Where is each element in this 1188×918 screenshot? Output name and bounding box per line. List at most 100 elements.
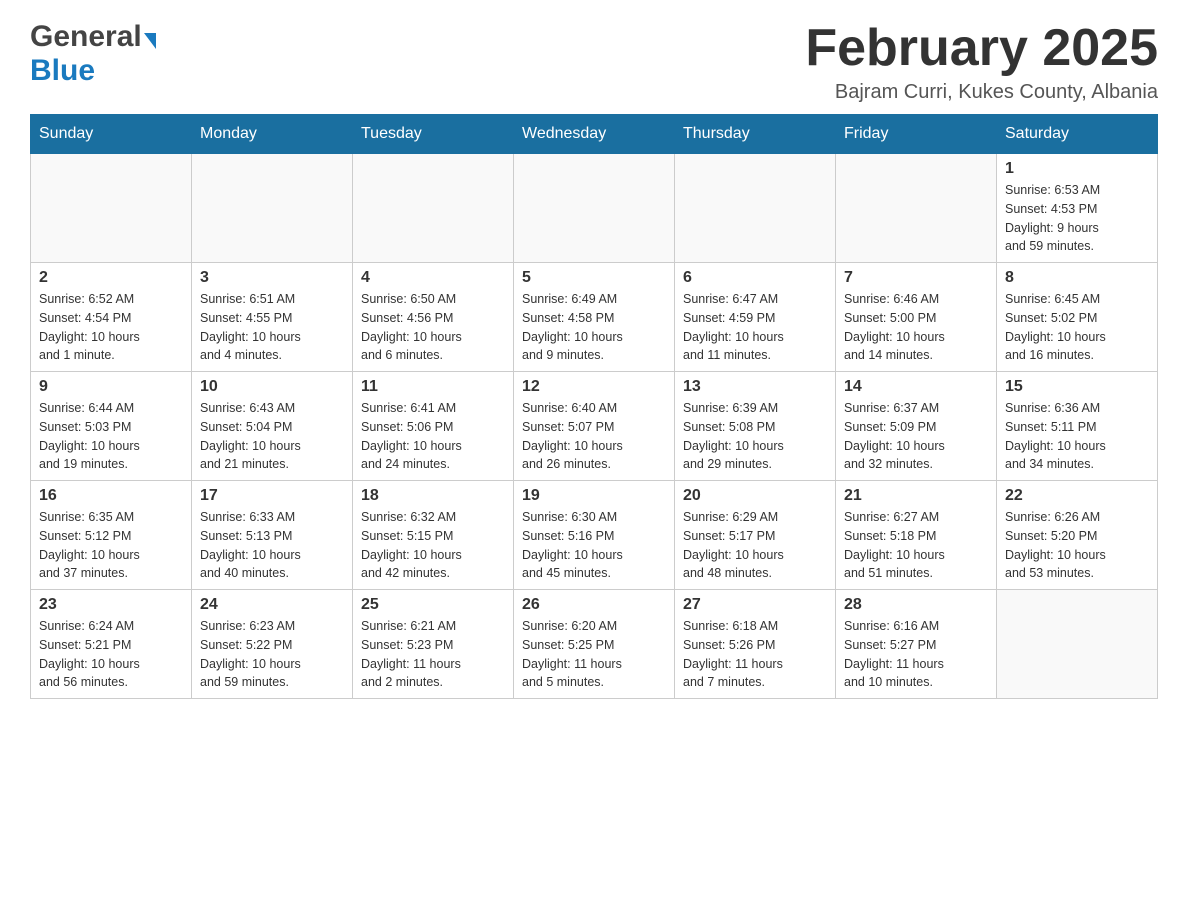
day-info: Sunrise: 6:24 AM Sunset: 5:21 PM Dayligh… [39,617,183,692]
day-info: Sunrise: 6:39 AM Sunset: 5:08 PM Dayligh… [683,399,827,474]
day-info: Sunrise: 6:21 AM Sunset: 5:23 PM Dayligh… [361,617,505,692]
calendar-day-header: Monday [192,115,353,154]
day-info: Sunrise: 6:46 AM Sunset: 5:00 PM Dayligh… [844,290,988,365]
day-number: 24 [200,596,344,614]
title-section: February 2025 Bajram Curri, Kukes County… [805,20,1158,104]
day-number: 8 [1005,269,1149,287]
calendar-week-row: 2 Sunrise: 6:52 AM Sunset: 4:54 PM Daylig… [31,263,1158,372]
calendar-day-header: Wednesday [514,115,675,154]
calendar-table: SundayMondayTuesdayWednesdayThursdayFrid… [30,114,1158,699]
day-number: 18 [361,487,505,505]
calendar-day-cell: 13Sunrise: 6:39 AM Sunset: 5:08 PM Dayli… [675,372,836,481]
calendar-day-header: Sunday [31,115,192,154]
logo: General Blue [30,20,156,88]
day-info: Sunrise: 6:47 AM Sunset: 4:59 PM Dayligh… [683,290,827,365]
day-info: Sunrise: 6:35 AM Sunset: 5:12 PM Dayligh… [39,508,183,583]
calendar-day-cell: 2 Sunrise: 6:52 AM Sunset: 4:54 PM Daylig… [31,263,192,372]
day-info: Sunrise: 6:49 AM Sunset: 4:58 PM Dayligh… [522,290,666,365]
calendar-day-cell: 21 Sunrise: 6:27 AM Sunset: 5:18 PM Dayli… [836,481,997,590]
month-title: February 2025 [805,20,1158,77]
logo-general-text: General [30,20,142,54]
calendar-day-cell: 27 Sunrise: 6:18 AM Sunset: 5:26 PM Dayli… [675,590,836,699]
day-info: Sunrise: 6:40 AM Sunset: 5:07 PM Dayligh… [522,399,666,474]
calendar-day-cell: 6 Sunrise: 6:47 AM Sunset: 4:59 PM Daylig… [675,263,836,372]
calendar-day-cell: 19 Sunrise: 6:30 AM Sunset: 5:16 PM Dayli… [514,481,675,590]
calendar-day-cell: 9 Sunrise: 6:44 AM Sunset: 5:03 PM Daylig… [31,372,192,481]
calendar-week-row: 23 Sunrise: 6:24 AM Sunset: 5:21 PM Dayli… [31,590,1158,699]
calendar-week-row: 16 Sunrise: 6:35 AM Sunset: 5:12 PM Dayli… [31,481,1158,590]
calendar-day-cell: 1 Sunrise: 6:53 AM Sunset: 4:53 PM Daylig… [997,154,1158,263]
day-number: 9 [39,378,183,396]
day-number: 16 [39,487,183,505]
calendar-day-cell: 5Sunrise: 6:49 AM Sunset: 4:58 PM Daylig… [514,263,675,372]
calendar-week-row: 9 Sunrise: 6:44 AM Sunset: 5:03 PM Daylig… [31,372,1158,481]
calendar-day-cell: 11Sunrise: 6:41 AM Sunset: 5:06 PM Dayli… [353,372,514,481]
calendar-day-cell [353,154,514,263]
day-info: Sunrise: 6:45 AM Sunset: 5:02 PM Dayligh… [1005,290,1149,365]
calendar-day-cell [192,154,353,263]
day-info: Sunrise: 6:27 AM Sunset: 5:18 PM Dayligh… [844,508,988,583]
day-number: 14 [844,378,988,396]
day-number: 12 [522,378,666,396]
day-info: Sunrise: 6:53 AM Sunset: 4:53 PM Dayligh… [1005,181,1149,256]
day-info: Sunrise: 6:33 AM Sunset: 5:13 PM Dayligh… [200,508,344,583]
day-number: 2 [39,269,183,287]
calendar-day-cell [675,154,836,263]
day-number: 10 [200,378,344,396]
calendar-day-header: Thursday [675,115,836,154]
day-info: Sunrise: 6:32 AM Sunset: 5:15 PM Dayligh… [361,508,505,583]
day-number: 15 [1005,378,1149,396]
day-number: 21 [844,487,988,505]
day-info: Sunrise: 6:36 AM Sunset: 5:11 PM Dayligh… [1005,399,1149,474]
day-number: 1 [1005,160,1149,178]
day-number: 11 [361,378,505,396]
day-number: 22 [1005,487,1149,505]
day-info: Sunrise: 6:29 AM Sunset: 5:17 PM Dayligh… [683,508,827,583]
day-number: 4 [361,269,505,287]
day-info: Sunrise: 6:44 AM Sunset: 5:03 PM Dayligh… [39,399,183,474]
day-info: Sunrise: 6:26 AM Sunset: 5:20 PM Dayligh… [1005,508,1149,583]
day-info: Sunrise: 6:52 AM Sunset: 4:54 PM Dayligh… [39,290,183,365]
calendar-day-header: Saturday [997,115,1158,154]
calendar-day-cell [836,154,997,263]
page-header: General Blue February 2025 Bajram Curri,… [30,20,1158,104]
location-subtitle: Bajram Curri, Kukes County, Albania [805,81,1158,104]
day-number: 19 [522,487,666,505]
day-number: 23 [39,596,183,614]
day-info: Sunrise: 6:43 AM Sunset: 5:04 PM Dayligh… [200,399,344,474]
calendar-day-cell: 16 Sunrise: 6:35 AM Sunset: 5:12 PM Dayli… [31,481,192,590]
calendar-day-cell: 18 Sunrise: 6:32 AM Sunset: 5:15 PM Dayli… [353,481,514,590]
calendar-day-cell: 8 Sunrise: 6:45 AM Sunset: 5:02 PM Daylig… [997,263,1158,372]
calendar-day-cell: 26Sunrise: 6:20 AM Sunset: 5:25 PM Dayli… [514,590,675,699]
day-number: 20 [683,487,827,505]
day-number: 28 [844,596,988,614]
day-number: 7 [844,269,988,287]
calendar-day-cell: 17 Sunrise: 6:33 AM Sunset: 5:13 PM Dayli… [192,481,353,590]
calendar-day-cell: 14Sunrise: 6:37 AM Sunset: 5:09 PM Dayli… [836,372,997,481]
day-number: 3 [200,269,344,287]
calendar-day-header: Friday [836,115,997,154]
calendar-day-cell: 25 Sunrise: 6:21 AM Sunset: 5:23 PM Dayli… [353,590,514,699]
day-number: 17 [200,487,344,505]
day-info: Sunrise: 6:18 AM Sunset: 5:26 PM Dayligh… [683,617,827,692]
logo-blue-text: Blue [30,54,95,87]
day-info: Sunrise: 6:51 AM Sunset: 4:55 PM Dayligh… [200,290,344,365]
calendar-day-cell [997,590,1158,699]
day-info: Sunrise: 6:16 AM Sunset: 5:27 PM Dayligh… [844,617,988,692]
calendar-day-cell: 12 Sunrise: 6:40 AM Sunset: 5:07 PM Dayli… [514,372,675,481]
calendar-day-header: Tuesday [353,115,514,154]
calendar-day-cell: 23 Sunrise: 6:24 AM Sunset: 5:21 PM Dayli… [31,590,192,699]
calendar-week-row: 1 Sunrise: 6:53 AM Sunset: 4:53 PM Daylig… [31,154,1158,263]
day-number: 27 [683,596,827,614]
calendar-day-cell: 4 Sunrise: 6:50 AM Sunset: 4:56 PM Daylig… [353,263,514,372]
day-number: 25 [361,596,505,614]
calendar-day-cell: 10 Sunrise: 6:43 AM Sunset: 5:04 PM Dayli… [192,372,353,481]
calendar-day-cell [514,154,675,263]
calendar-day-cell: 22 Sunrise: 6:26 AM Sunset: 5:20 PM Dayli… [997,481,1158,590]
day-info: Sunrise: 6:23 AM Sunset: 5:22 PM Dayligh… [200,617,344,692]
day-info: Sunrise: 6:30 AM Sunset: 5:16 PM Dayligh… [522,508,666,583]
logo-arrow-icon [144,33,156,49]
day-number: 26 [522,596,666,614]
day-number: 6 [683,269,827,287]
day-info: Sunrise: 6:50 AM Sunset: 4:56 PM Dayligh… [361,290,505,365]
